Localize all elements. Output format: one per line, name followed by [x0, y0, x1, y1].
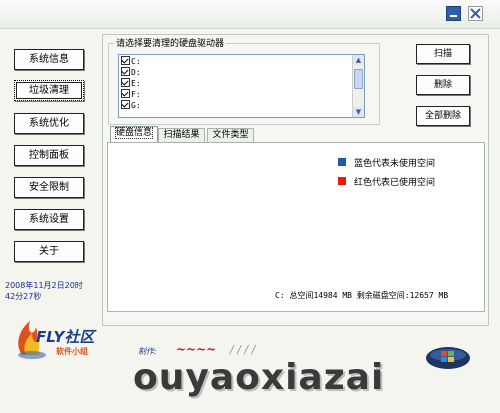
app-window: 系统信息 垃圾清理 系统优化 控制面板 安全限制 系统设置 关于 2008年11… — [0, 0, 500, 413]
drive-item[interactable]: F: — [121, 89, 141, 100]
legend-used-label: 红色代表已使用空间 — [354, 178, 436, 188]
drive-item[interactable]: E: — [121, 78, 141, 89]
datetime-line2: 42分27秒 — [5, 292, 42, 301]
fly-logo: FLY社区 软件小组 — [10, 303, 95, 365]
drive-label: G: — [131, 101, 141, 110]
scan-button[interactable]: 扫描 — [416, 44, 470, 64]
made-by-label: 制作: — [138, 347, 157, 356]
disk-space-summary: C: 总空间14984 MB 剩余磁盘空间:12657 MB — [275, 291, 449, 300]
nav-system-settings-button[interactable]: 系统设置 — [14, 209, 84, 230]
brand-signature-art: ~~~~ / / / / — [176, 342, 257, 356]
checkbox[interactable] — [121, 56, 130, 65]
close-button[interactable] — [468, 6, 483, 21]
drive-label: E: — [131, 79, 141, 88]
drive-label: C: — [131, 57, 141, 66]
delete-all-button[interactable]: 全部删除 — [416, 106, 470, 126]
svg-text:~~~~: ~~~~ — [176, 342, 216, 356]
nav-system-optimize-button[interactable]: 系统优化 — [14, 113, 84, 134]
nav-about-button[interactable]: 关于 — [14, 241, 84, 262]
nav-junk-clean-button[interactable]: 垃圾清理 — [14, 80, 84, 101]
legend-used-swatch — [338, 177, 346, 185]
legend-unused-label: 蓝色代表未使用空间 — [354, 159, 436, 169]
tab-file-types[interactable]: 文件类型 — [207, 128, 254, 143]
drive-list[interactable]: C: D: E: F: G: ▲ ▼ — [118, 54, 365, 118]
drive-item[interactable]: D: — [121, 67, 141, 78]
logo-sub: 软件小组 — [56, 347, 88, 356]
drive-item[interactable]: C: — [121, 56, 141, 67]
nav-control-panel-button[interactable]: 控制面板 — [14, 145, 84, 166]
scroll-thumb[interactable] — [354, 69, 363, 89]
drive-list-scrollbar[interactable]: ▲ ▼ — [352, 55, 364, 117]
scroll-up-icon[interactable]: ▲ — [353, 55, 364, 65]
logo-text: FLY社区 — [36, 328, 95, 346]
drive-label: D: — [131, 68, 141, 77]
minimize-button[interactable] — [446, 6, 461, 21]
drives-group-label: 请选择要清理的硬盘驱动器 — [114, 36, 227, 49]
checkbox[interactable] — [121, 100, 130, 109]
windows-orb-icon — [426, 347, 470, 369]
checkbox[interactable] — [121, 67, 130, 76]
delete-button[interactable]: 删除 — [416, 75, 470, 95]
checkbox[interactable] — [121, 89, 130, 98]
nav-system-info-button[interactable]: 系统信息 — [14, 49, 84, 70]
title-bar — [0, 0, 500, 29]
drive-label: F: — [131, 90, 141, 99]
scroll-down-icon[interactable]: ▼ — [353, 107, 364, 117]
drive-item[interactable]: G: — [121, 100, 141, 111]
watermark: ouyaoxiazai — [133, 357, 385, 398]
checkbox[interactable] — [121, 78, 130, 87]
close-icon — [470, 8, 481, 19]
nav-security-restrict-button[interactable]: 安全限制 — [14, 177, 84, 198]
datetime-line1: 2008年11月2日20时 — [5, 281, 83, 290]
tab-scan-results[interactable]: 扫描结果 — [158, 128, 205, 143]
legend-unused-swatch — [338, 158, 346, 166]
tab-disk-info[interactable]: 硬盘信息 — [110, 126, 158, 143]
svg-text:/ / / /: / / / / — [229, 343, 257, 356]
datetime-display: 2008年11月2日20时 42分27秒 — [5, 280, 100, 302]
